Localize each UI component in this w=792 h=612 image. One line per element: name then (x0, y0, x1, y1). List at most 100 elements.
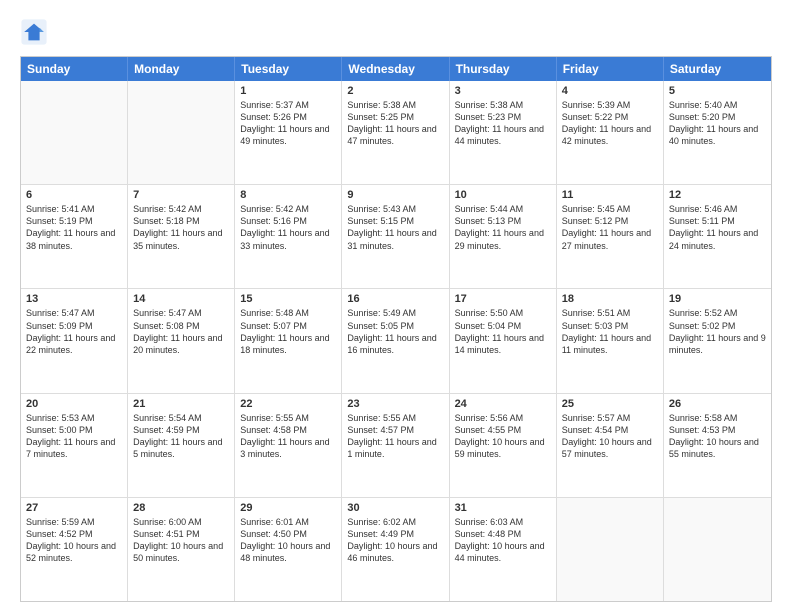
cal-cell-4: 4 Sunrise: 5:39 AM Sunset: 5:22 PM Daylig… (557, 81, 664, 184)
day-number: 22 (240, 398, 336, 410)
cal-cell-empty-0-0 (21, 81, 128, 184)
cell-text: Sunrise: 5:52 AM Sunset: 5:02 PM Dayligh… (669, 307, 766, 356)
day-number: 1 (240, 85, 336, 97)
day-number: 2 (347, 85, 443, 97)
cal-cell-12: 12 Sunrise: 5:46 AM Sunset: 5:11 PM Dayli… (664, 185, 771, 288)
cal-cell-31: 31 Sunrise: 6:03 AM Sunset: 4:48 PM Dayli… (450, 498, 557, 601)
cal-cell-8: 8 Sunrise: 5:42 AM Sunset: 5:16 PM Daylig… (235, 185, 342, 288)
page: SundayMondayTuesdayWednesdayThursdayFrid… (0, 0, 792, 612)
cal-cell-9: 9 Sunrise: 5:43 AM Sunset: 5:15 PM Daylig… (342, 185, 449, 288)
day-number: 24 (455, 398, 551, 410)
day-number: 27 (26, 502, 122, 514)
logo (20, 18, 52, 46)
day-number: 12 (669, 189, 766, 201)
day-number: 13 (26, 293, 122, 305)
calendar-row-0: 1Sunrise: 5:37 AM Sunset: 5:26 PM Daylig… (21, 81, 771, 184)
cell-text: Sunrise: 5:43 AM Sunset: 5:15 PM Dayligh… (347, 203, 443, 252)
cal-cell-empty-0-1 (128, 81, 235, 184)
cal-cell-10: 10Sunrise: 5:44 AM Sunset: 5:13 PM Dayli… (450, 185, 557, 288)
day-number: 17 (455, 293, 551, 305)
cal-cell-20: 20 Sunrise: 5:53 AM Sunset: 5:00 PM Dayli… (21, 394, 128, 497)
cal-cell-15: 15 Sunrise: 5:48 AM Sunset: 5:07 PM Dayli… (235, 289, 342, 392)
cal-cell-23: 23 Sunrise: 5:55 AM Sunset: 4:57 PM Dayli… (342, 394, 449, 497)
header-day-sunday: Sunday (21, 57, 128, 81)
cell-text: Sunrise: 5:58 AM Sunset: 4:53 PM Dayligh… (669, 412, 766, 461)
cell-text: Sunrise: 5:56 AM Sunset: 4:55 PM Dayligh… (455, 412, 551, 461)
header-day-monday: Monday (128, 57, 235, 81)
cal-cell-3: 3Sunrise: 5:38 AM Sunset: 5:23 PM Daylig… (450, 81, 557, 184)
calendar-row-2: 13 Sunrise: 5:47 AM Sunset: 5:09 PM Dayli… (21, 288, 771, 392)
cell-text: Sunrise: 5:38 AM Sunset: 5:25 PM Dayligh… (347, 99, 443, 148)
day-number: 23 (347, 398, 443, 410)
cal-cell-21: 21Sunrise: 5:54 AM Sunset: 4:59 PM Dayli… (128, 394, 235, 497)
header (20, 18, 772, 46)
day-number: 14 (133, 293, 229, 305)
cell-text: Sunrise: 6:03 AM Sunset: 4:48 PM Dayligh… (455, 516, 551, 565)
cal-cell-30: 30 Sunrise: 6:02 AM Sunset: 4:49 PM Dayli… (342, 498, 449, 601)
day-number: 3 (455, 85, 551, 97)
day-number: 26 (669, 398, 766, 410)
cal-cell-13: 13 Sunrise: 5:47 AM Sunset: 5:09 PM Dayli… (21, 289, 128, 392)
cal-cell-28: 28 Sunrise: 6:00 AM Sunset: 4:51 PM Dayli… (128, 498, 235, 601)
cell-text: Sunrise: 5:57 AM Sunset: 4:54 PM Dayligh… (562, 412, 658, 461)
cell-text: Sunrise: 5:49 AM Sunset: 5:05 PM Dayligh… (347, 307, 443, 356)
cal-cell-16: 16 Sunrise: 5:49 AM Sunset: 5:05 PM Dayli… (342, 289, 449, 392)
day-number: 4 (562, 85, 658, 97)
header-day-saturday: Saturday (664, 57, 771, 81)
cal-cell-26: 26 Sunrise: 5:58 AM Sunset: 4:53 PM Dayli… (664, 394, 771, 497)
day-number: 16 (347, 293, 443, 305)
day-number: 5 (669, 85, 766, 97)
cal-cell-14: 14 Sunrise: 5:47 AM Sunset: 5:08 PM Dayli… (128, 289, 235, 392)
day-number: 28 (133, 502, 229, 514)
calendar-row-4: 27 Sunrise: 5:59 AM Sunset: 4:52 PM Dayli… (21, 497, 771, 601)
logo-icon (20, 18, 48, 46)
cal-cell-27: 27 Sunrise: 5:59 AM Sunset: 4:52 PM Dayli… (21, 498, 128, 601)
cell-text: Sunrise: 5:39 AM Sunset: 5:22 PM Dayligh… (562, 99, 658, 148)
cell-text: Sunrise: 5:48 AM Sunset: 5:07 PM Dayligh… (240, 307, 336, 356)
cell-text: Sunrise: 5:42 AM Sunset: 5:18 PM Dayligh… (133, 203, 229, 252)
cell-text: Sunrise: 5:55 AM Sunset: 4:57 PM Dayligh… (347, 412, 443, 461)
cal-cell-24: 24 Sunrise: 5:56 AM Sunset: 4:55 PM Dayli… (450, 394, 557, 497)
cell-text: Sunrise: 5:51 AM Sunset: 5:03 PM Dayligh… (562, 307, 658, 356)
cal-cell-11: 11Sunrise: 5:45 AM Sunset: 5:12 PM Dayli… (557, 185, 664, 288)
calendar-row-3: 20 Sunrise: 5:53 AM Sunset: 5:00 PM Dayli… (21, 393, 771, 497)
cal-cell-19: 19 Sunrise: 5:52 AM Sunset: 5:02 PM Dayli… (664, 289, 771, 392)
cell-text: Sunrise: 6:00 AM Sunset: 4:51 PM Dayligh… (133, 516, 229, 565)
calendar: SundayMondayTuesdayWednesdayThursdayFrid… (20, 56, 772, 602)
cal-cell-empty-4-5 (557, 498, 664, 601)
day-number: 30 (347, 502, 443, 514)
day-number: 15 (240, 293, 336, 305)
day-number: 10 (455, 189, 551, 201)
cell-text: Sunrise: 5:46 AM Sunset: 5:11 PM Dayligh… (669, 203, 766, 252)
cell-text: Sunrise: 5:59 AM Sunset: 4:52 PM Dayligh… (26, 516, 122, 565)
cal-cell-22: 22Sunrise: 5:55 AM Sunset: 4:58 PM Dayli… (235, 394, 342, 497)
cell-text: Sunrise: 5:47 AM Sunset: 5:08 PM Dayligh… (133, 307, 229, 356)
cell-text: Sunrise: 5:47 AM Sunset: 5:09 PM Dayligh… (26, 307, 122, 356)
cell-text: Sunrise: 6:02 AM Sunset: 4:49 PM Dayligh… (347, 516, 443, 565)
day-number: 6 (26, 189, 122, 201)
day-number: 20 (26, 398, 122, 410)
cal-cell-17: 17 Sunrise: 5:50 AM Sunset: 5:04 PM Dayli… (450, 289, 557, 392)
day-number: 19 (669, 293, 766, 305)
day-number: 18 (562, 293, 658, 305)
day-number: 11 (562, 189, 658, 201)
calendar-body: 1Sunrise: 5:37 AM Sunset: 5:26 PM Daylig… (21, 81, 771, 601)
day-number: 31 (455, 502, 551, 514)
cell-text: Sunrise: 5:40 AM Sunset: 5:20 PM Dayligh… (669, 99, 766, 148)
calendar-row-1: 6Sunrise: 5:41 AM Sunset: 5:19 PM Daylig… (21, 184, 771, 288)
header-day-thursday: Thursday (450, 57, 557, 81)
cal-cell-2: 2 Sunrise: 5:38 AM Sunset: 5:25 PM Daylig… (342, 81, 449, 184)
cal-cell-empty-4-6 (664, 498, 771, 601)
day-number: 29 (240, 502, 336, 514)
day-number: 7 (133, 189, 229, 201)
cell-text: Sunrise: 5:53 AM Sunset: 5:00 PM Dayligh… (26, 412, 122, 461)
cal-cell-7: 7 Sunrise: 5:42 AM Sunset: 5:18 PM Daylig… (128, 185, 235, 288)
cal-cell-25: 25Sunrise: 5:57 AM Sunset: 4:54 PM Dayli… (557, 394, 664, 497)
day-number: 21 (133, 398, 229, 410)
cell-text: Sunrise: 5:50 AM Sunset: 5:04 PM Dayligh… (455, 307, 551, 356)
day-number: 9 (347, 189, 443, 201)
day-number: 8 (240, 189, 336, 201)
cal-cell-1: 1Sunrise: 5:37 AM Sunset: 5:26 PM Daylig… (235, 81, 342, 184)
cell-text: Sunrise: 5:42 AM Sunset: 5:16 PM Dayligh… (240, 203, 336, 252)
cal-cell-18: 18 Sunrise: 5:51 AM Sunset: 5:03 PM Dayli… (557, 289, 664, 392)
